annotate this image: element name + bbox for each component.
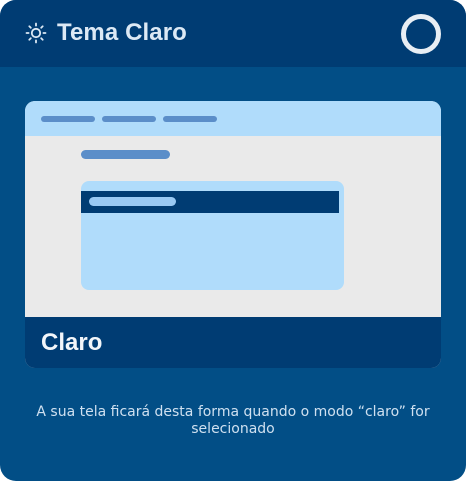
theme-preview[interactable]: Claro — [25, 101, 441, 368]
card-header: Tema Claro — [0, 0, 466, 67]
preview-panel-bar — [81, 191, 339, 213]
theme-description: A sua tela ficará desta forma quando o m… — [36, 404, 430, 437]
preview-nav-placeholder — [41, 116, 95, 122]
preview-footer: Claro — [25, 317, 441, 368]
page-title: Tema Claro — [57, 19, 187, 46]
theme-toggle-button[interactable] — [401, 14, 441, 54]
theme-card: Tema Claro Claro A sua tela ficará desta… — [0, 0, 466, 481]
preview-nav-placeholder — [102, 116, 156, 122]
preview-nav-placeholder — [163, 116, 217, 122]
preview-heading-placeholder — [81, 150, 170, 159]
preview-label: Claro — [41, 329, 103, 356]
preview-panel-text-placeholder — [89, 197, 176, 206]
preview-top-bar — [25, 101, 441, 136]
preview-panel — [81, 181, 344, 290]
sun-icon — [25, 22, 47, 44]
